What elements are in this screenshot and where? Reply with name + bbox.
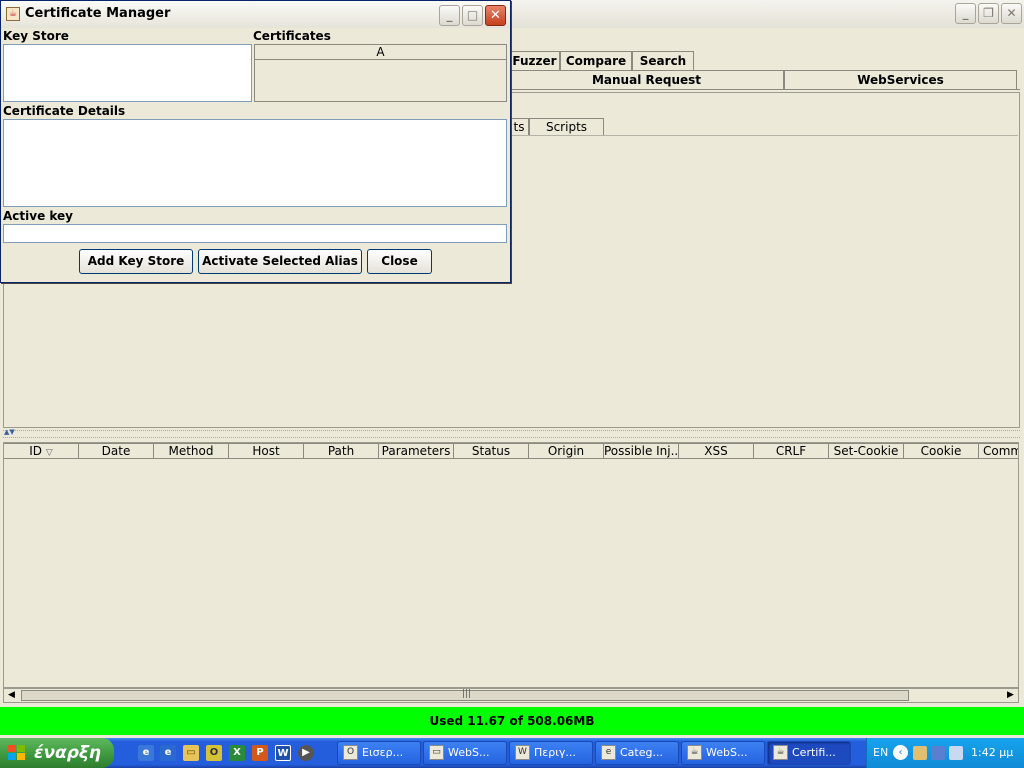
column-header-comment[interactable]: Comm (979, 443, 1018, 459)
system-tray: EN ‹ 1:42 μμ (866, 738, 1024, 768)
dialog-title: Certificate Manager (25, 6, 171, 21)
start-button[interactable]: έναρξη (0, 738, 114, 768)
tab-search[interactable]: Search (632, 51, 694, 70)
certificates-table[interactable]: A (254, 44, 507, 102)
column-header-possible-injection[interactable]: Possible Inj... (604, 443, 679, 459)
word-task-icon: W (515, 745, 530, 760)
column-header-set-cookie[interactable]: Set-Cookie (829, 443, 904, 459)
column-header-cookie[interactable]: Cookie (904, 443, 979, 459)
ie-icon[interactable]: e (138, 745, 154, 761)
close-button[interactable]: ✕ (1001, 3, 1022, 24)
column-header-parameters[interactable]: Parameters (379, 443, 454, 459)
word-icon[interactable]: W (275, 745, 291, 761)
pen-icon[interactable] (949, 746, 963, 760)
java-task-icon: ☕ (687, 745, 702, 760)
start-label: έναρξη (34, 743, 102, 763)
certificate-details-area[interactable] (3, 119, 507, 207)
conversation-table[interactable]: ID ▽ Date Method Host Path Parameters St… (3, 442, 1019, 688)
dialog-titlebar[interactable]: ☕ Certificate Manager _ □ ✕ (1, 1, 510, 28)
network-icon[interactable] (931, 746, 945, 760)
task-label-5: WebS... (706, 746, 748, 759)
restore-button[interactable]: ❐ (978, 3, 999, 24)
split-pane-divider[interactable] (3, 430, 1020, 438)
tab-fuzzer[interactable]: Fuzzer (509, 51, 560, 70)
column-header-host[interactable]: Host (229, 443, 304, 459)
task-button-webscarab[interactable]: ☕ WebS... (681, 741, 765, 765)
certificate-manager-dialog: ☕ Certificate Manager _ □ ✕ Key Store Ce… (0, 0, 511, 283)
active-key-field[interactable] (3, 224, 507, 243)
task-label-1: Εισερ... (362, 746, 404, 759)
close-dialog-button[interactable]: Close (367, 249, 432, 274)
subtab-ts[interactable]: ts (509, 118, 529, 135)
grip-icon: ||| (462, 689, 472, 699)
task-label-6: Certifi... (792, 746, 836, 759)
certificate-details-label: Certificate Details (3, 104, 126, 118)
activate-selected-alias-button[interactable]: Activate Selected Alias (198, 249, 362, 274)
dialog-minimize-button[interactable]: _ (439, 5, 460, 26)
clipboard-icon[interactable] (913, 746, 927, 760)
folder-icon[interactable]: ▭ (183, 745, 199, 761)
certificates-label: Certificates (253, 29, 331, 43)
clock[interactable]: 1:42 μμ (971, 746, 1013, 759)
task-label-4: Categ... (620, 746, 663, 759)
tab-manual-request[interactable]: Manual Request (509, 70, 784, 89)
memory-status-bar: Used 11.67 of 508.06MB (0, 707, 1024, 735)
key-store-list[interactable] (3, 44, 252, 102)
tab-compare[interactable]: Compare (560, 51, 632, 70)
column-header-date[interactable]: Date (79, 443, 154, 459)
scroll-thumb[interactable]: ||| (21, 689, 909, 701)
task-button-outlook[interactable]: O Εισερ... (337, 741, 421, 765)
column-header-method[interactable]: Method (154, 443, 229, 459)
tab-webservices[interactable]: WebServices (784, 70, 1017, 89)
task-button-word[interactable]: W Περιγ... (509, 741, 593, 765)
task-button-certificate-manager[interactable]: ☕ Certifi... (767, 741, 851, 765)
column-header-xss[interactable]: XSS (679, 443, 754, 459)
browser-task-icon: e (601, 745, 616, 760)
key-store-label: Key Store (3, 29, 69, 43)
sort-icon: ▽ (45, 448, 53, 458)
scroll-right-icon[interactable]: ▶ (1003, 689, 1018, 702)
windows-flag-icon (8, 745, 26, 761)
media-player-icon[interactable]: ▶ (298, 745, 314, 761)
column-header-origin[interactable]: Origin (529, 443, 604, 459)
certificates-column-header[interactable]: A (255, 45, 506, 60)
task-label-2: WebS... (448, 746, 490, 759)
column-id-label: ID (29, 444, 43, 458)
column-header-status[interactable]: Status (454, 443, 529, 459)
dialog-close-button[interactable]: ✕ (485, 5, 506, 26)
minimize-button[interactable]: _ (955, 3, 976, 24)
browser-icon[interactable]: e (160, 745, 176, 761)
scroll-left-icon[interactable]: ◀ (4, 689, 19, 702)
task-button-browser[interactable]: e Categ... (595, 741, 679, 765)
task-button-folder[interactable]: ▭ WebS... (423, 741, 507, 765)
java-task-icon: ☕ (773, 745, 788, 760)
dialog-maximize-button[interactable]: □ (462, 5, 483, 26)
split-arrows-icon[interactable]: ▲▼ (4, 428, 15, 436)
taskbar: έναρξη e e ▭ O X P W ▶ O Εισερ... ▭ WebS..… (0, 738, 1024, 768)
expand-tray-icon[interactable]: ‹ (893, 745, 908, 760)
java-icon: ☕ (6, 7, 20, 21)
column-header-id[interactable]: ID ▽ (4, 443, 79, 459)
column-header-path[interactable]: Path (304, 443, 379, 459)
folder-task-icon: ▭ (429, 745, 444, 760)
task-label-3: Περιγ... (534, 746, 576, 759)
add-key-store-button[interactable]: Add Key Store (79, 249, 193, 274)
subtab-scripts[interactable]: Scripts (529, 118, 604, 135)
horizontal-scrollbar[interactable]: ◀ ||| ▶ (3, 688, 1019, 703)
outlook-task-icon: O (343, 745, 358, 760)
outlook-icon[interactable]: O (206, 745, 222, 761)
excel-icon[interactable]: X (229, 745, 245, 761)
column-header-crlf[interactable]: CRLF (754, 443, 829, 459)
powerpoint-icon[interactable]: P (252, 745, 268, 761)
language-indicator[interactable]: EN (873, 746, 888, 759)
active-key-label: Active key (3, 209, 74, 223)
